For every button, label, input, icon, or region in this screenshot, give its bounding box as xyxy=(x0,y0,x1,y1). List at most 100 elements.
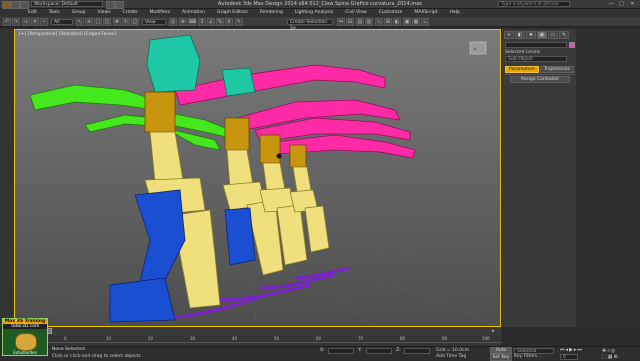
logo-line-3: Estudiantes xyxy=(13,350,37,355)
track-line xyxy=(14,342,501,343)
snaps-toggle-icon[interactable]: 3 xyxy=(198,18,206,26)
menu-animation[interactable]: Animation xyxy=(176,9,211,17)
bind-spacewarp-icon[interactable]: ~ xyxy=(40,18,48,26)
playback-controls-icon[interactable]: ⏮◂▶▸⏭ xyxy=(560,347,600,353)
time-slider[interactable]: ◂ 0 / 100 ▸ xyxy=(14,327,501,335)
create-tab-icon[interactable]: + xyxy=(504,31,514,39)
viewcube-icon: ⌂ xyxy=(469,41,487,55)
viewport-scene: ⌂ xyxy=(15,30,500,326)
rotate-icon[interactable]: ↻ xyxy=(122,18,130,26)
keyboard-shortcut-icon[interactable]: ⌨ xyxy=(188,18,196,26)
display-tab-icon[interactable]: ▭ xyxy=(548,31,558,39)
prompt-line: Click or click-and-drag to select object… xyxy=(52,354,141,359)
render-production-icon[interactable]: ☕ xyxy=(421,18,429,26)
x-coordinate-field[interactable] xyxy=(328,348,354,354)
select-object-icon[interactable]: ↖ xyxy=(76,18,84,26)
select-manipulate-icon[interactable]: ✜ xyxy=(179,18,187,26)
z-label: Z: xyxy=(396,348,401,353)
pivot-center-icon[interactable]: ◎ xyxy=(169,18,177,26)
logo-line-2: Tutor3D.com xyxy=(3,324,47,329)
viewport-label[interactable]: [+] [Perspective] [Standard] [Edged Face… xyxy=(19,32,116,37)
add-time-tag-button[interactable]: Add Time Tag xyxy=(436,354,466,359)
modify-tab-icon[interactable]: ◧ xyxy=(515,31,525,39)
menu-customize[interactable]: Customize xyxy=(373,9,409,17)
z-coordinate-field[interactable] xyxy=(404,348,430,354)
assign-controller-button[interactable]: Assign Controller xyxy=(510,76,570,83)
menu-civil-view[interactable]: Civil View xyxy=(339,9,373,17)
curve-editor-icon[interactable]: ∿ xyxy=(375,18,383,26)
auto-key-button[interactable]: Auto Key xyxy=(490,347,512,359)
pivot-point xyxy=(276,153,282,159)
menu-tools[interactable]: Tools xyxy=(43,9,66,17)
redo-button-icon[interactable]: ↷ xyxy=(12,18,20,26)
object-color-swatch[interactable] xyxy=(569,42,575,48)
selection-status: None Selected xyxy=(52,347,85,352)
y-label: Y: xyxy=(358,348,362,353)
tick-label: 90 xyxy=(442,336,448,341)
unlink-icon[interactable]: ≠ xyxy=(31,18,39,26)
tick-label: 30 xyxy=(190,336,196,341)
link-icon[interactable]: ∞ xyxy=(22,18,30,26)
menu-maxscript[interactable]: MAXScript xyxy=(408,9,443,17)
perspective-viewport[interactable]: ⌂ [+] [Perspective] [Standard] [Edged Fa… xyxy=(14,29,501,327)
hierarchy-tab-icon[interactable]: ♠ xyxy=(526,31,536,39)
mirror-icon[interactable]: ⇋ xyxy=(337,18,345,26)
selected-levels-label: Selected Levels xyxy=(505,50,541,55)
named-selection-set-dropdown[interactable]: Create Selection Se xyxy=(287,19,333,31)
rendered-frame-window-icon[interactable]: ▦ xyxy=(412,18,420,26)
grid-size-label: Grid = 10.0cm xyxy=(436,348,469,353)
tick-label: 50 xyxy=(274,336,280,341)
tick-label: 70 xyxy=(358,336,364,341)
align-icon[interactable]: ⊟ xyxy=(346,18,354,26)
close-button[interactable]: ✕ xyxy=(628,1,637,7)
selection-filter-dropdown[interactable]: All xyxy=(51,19,73,25)
search-input[interactable]: Type a keyword or phrase xyxy=(498,1,570,7)
edit-named-selection-icon[interactable]: ✎ xyxy=(235,18,243,26)
next-frame-icon[interactable]: ▸ xyxy=(492,328,498,334)
tick-label: 20 xyxy=(148,336,154,341)
render-setup-icon[interactable]: ▣ xyxy=(403,18,411,26)
menu-create[interactable]: Create xyxy=(117,9,144,17)
tick-label: 40 xyxy=(232,336,238,341)
angle-snap-icon[interactable]: ∠ xyxy=(207,18,215,26)
undo-button-icon[interactable]: ↶ xyxy=(3,18,11,26)
menu-lighting-analysis[interactable]: Lighting Analysis xyxy=(289,9,339,17)
motion-tab-icon[interactable]: ◉ xyxy=(537,31,547,39)
menu-graph-editors[interactable]: Graph Editors xyxy=(211,9,254,17)
material-editor-icon[interactable]: ◐ xyxy=(393,18,401,26)
main-toolbar: ↶ ↷ ∞ ≠ ~ All ↖ ≡ □ ◫ ✥ ↻ ◱ View ◎ ✜ ⌨ 3… xyxy=(0,17,640,31)
percent-snap-icon[interactable]: % xyxy=(216,18,224,26)
key-filters-button[interactable]: Key Filters... xyxy=(514,354,541,359)
minimize-button[interactable]: — xyxy=(607,1,616,7)
left-dock-strip xyxy=(0,29,14,327)
title-bar: Workspace: Default Autodesk 3ds Max Desi… xyxy=(0,0,640,9)
mascot-icon xyxy=(15,333,37,351)
menu-rendering[interactable]: Rendering xyxy=(254,9,289,17)
layer-manager-icon[interactable]: ▤ xyxy=(356,18,364,26)
utilities-tab-icon[interactable]: ✎ xyxy=(559,31,569,39)
reference-coordinate-dropdown[interactable]: View xyxy=(142,19,166,25)
menu-help[interactable]: Help xyxy=(443,9,465,17)
sub-object-dropdown[interactable]: Sub-Object xyxy=(505,56,567,62)
spinner-snap-icon[interactable]: ⇕ xyxy=(225,18,233,26)
tick-label: 80 xyxy=(400,336,406,341)
scale-icon[interactable]: ◱ xyxy=(131,18,139,26)
select-by-name-icon[interactable]: ≡ xyxy=(85,18,93,26)
y-coordinate-field[interactable] xyxy=(366,348,392,354)
menu-group[interactable]: Group xyxy=(66,9,92,17)
trajectories-button[interactable]: Trajectories xyxy=(540,66,574,73)
menu-edit[interactable]: Edit xyxy=(22,9,43,17)
rectangle-selection-icon[interactable]: □ xyxy=(94,18,102,26)
window-crossing-icon[interactable]: ◫ xyxy=(103,18,111,26)
menu-views[interactable]: Views xyxy=(92,9,117,17)
menu-modifiers[interactable]: Modifiers xyxy=(144,9,177,17)
graphite-toggle-icon[interactable]: ▥ xyxy=(365,18,373,26)
track-bar[interactable]: 0 10 20 30 40 50 60 70 80 90 100 xyxy=(14,335,501,346)
parameters-button[interactable]: Parameters xyxy=(505,66,539,73)
viewport-navigation-icons[interactable]: ✥⌕◎ ⬚▦⊕ xyxy=(602,348,638,360)
object-name-field[interactable] xyxy=(505,42,567,48)
current-frame-field[interactable]: 0 xyxy=(560,354,578,360)
maximize-button[interactable]: □ xyxy=(617,1,626,7)
move-icon[interactable]: ✥ xyxy=(113,18,121,26)
schematic-view-icon[interactable]: ⊞ xyxy=(384,18,392,26)
